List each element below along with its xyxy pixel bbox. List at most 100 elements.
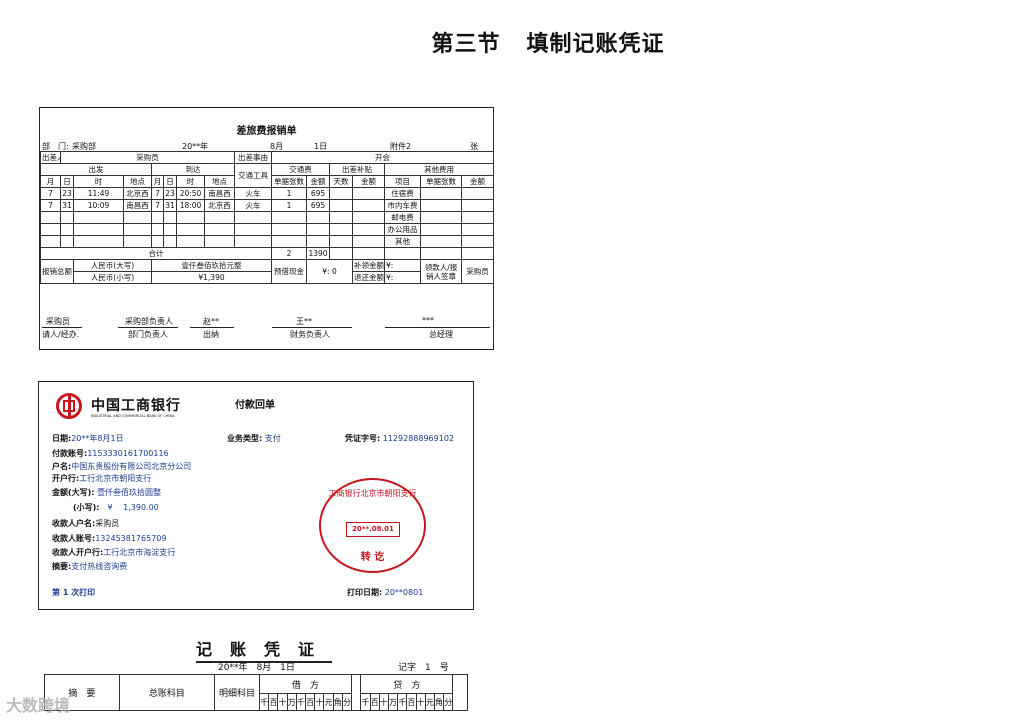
table-row: 办公用品 xyxy=(40,223,495,236)
table-cell xyxy=(151,235,164,248)
table-cell xyxy=(60,235,74,248)
payee-name-value: 采购员 xyxy=(95,519,120,528)
digit-header: 万 xyxy=(387,693,399,711)
table-cell xyxy=(123,223,152,236)
digit-header: 十 xyxy=(378,693,389,711)
supp-label: 补领金额 xyxy=(352,259,386,272)
payee-name-label: 收款人户名: xyxy=(52,519,96,528)
amount-upper-value: 壹仟叁佰玖拾圆整 xyxy=(97,488,162,497)
col-header: 月 xyxy=(151,175,164,188)
table-row: 邮电费 xyxy=(40,211,495,224)
table-cell: 31 xyxy=(163,199,177,212)
table-cell: 北京西 xyxy=(203,199,236,212)
bank-stamp: 工商银行北京市朝阳支行 20**.08.01 转 讫 xyxy=(319,478,426,573)
print-count: 第 1 次打印 xyxy=(52,588,96,597)
amount-lower-label: (小写): xyxy=(73,503,100,512)
date-label: 日期: xyxy=(52,434,72,443)
bank-name: 中国工商银行 xyxy=(91,398,181,414)
table-cell xyxy=(352,199,386,212)
digit-header: 元 xyxy=(424,693,435,711)
table-cell: 695 xyxy=(306,199,331,212)
table-cell: 23 xyxy=(60,187,74,200)
col-header: 地点 xyxy=(123,175,152,188)
bank-name-en: INDUSTRIAL AND COMMERCIAL BANK OF CHINA xyxy=(91,414,175,418)
table-cell xyxy=(60,211,74,224)
table-cell xyxy=(352,211,386,224)
cash-advance-label: 预借现金 xyxy=(271,259,308,284)
digit-header: 千 xyxy=(295,693,307,711)
table-cell: 北京西 xyxy=(123,187,152,200)
table-cell xyxy=(151,211,164,224)
type-label: 业务类型: xyxy=(227,434,263,443)
icbc-logo-icon xyxy=(56,393,82,419)
total-label: 合计 xyxy=(39,247,273,260)
table-cell xyxy=(123,235,152,248)
col-header: 日 xyxy=(60,175,74,188)
rmb-lower-label: 人民币(小写) xyxy=(73,271,152,284)
table-cell xyxy=(420,223,463,236)
table-cell: 695 xyxy=(306,187,331,200)
table-cell xyxy=(420,187,463,200)
voucher-title: 记账凭证 xyxy=(196,636,333,663)
col-header: 日 xyxy=(163,175,177,188)
col-header: 地点 xyxy=(203,175,236,188)
gm-value: *** xyxy=(422,316,434,325)
reason-value: 开会 xyxy=(271,151,495,164)
depart-header: 出发 xyxy=(40,163,152,176)
table-cell xyxy=(176,235,205,248)
digit-header: 百 xyxy=(305,693,316,711)
table-cell xyxy=(234,235,273,248)
voucher-number: 记字 1 号 xyxy=(398,663,449,673)
stamp-date: 20**.08.01 xyxy=(346,522,400,537)
allowance-header: 出差补贴 xyxy=(329,163,386,176)
traveler-label: 出差人 xyxy=(40,151,61,164)
refund-value: ¥: xyxy=(384,271,422,284)
receiver-label: 领款人/报销人签章 xyxy=(420,259,463,284)
section-title: 填制记账凭证 xyxy=(526,31,665,57)
form-title: 差旅费报销单 xyxy=(236,126,297,137)
payer-name-label: 户名: xyxy=(52,462,72,471)
table-cell xyxy=(73,211,124,224)
table-cell xyxy=(461,211,495,224)
digit-header: 万 xyxy=(286,693,297,711)
print-date-label: 打印日期: xyxy=(347,588,383,597)
table-cell: 11:49 xyxy=(73,187,124,200)
arrive-header: 到达 xyxy=(150,163,236,176)
stamp-transferred: 转 讫 xyxy=(360,552,385,563)
table-cell xyxy=(151,223,164,236)
table-cell xyxy=(203,223,236,236)
table-cell: 南昌西 xyxy=(203,187,236,200)
travel-rows: 7 23 11:49 北京西 7 23 20:50 南昌西 火车 1 695 住宿费 7 31 10:09 南… xyxy=(40,187,495,248)
table-cell xyxy=(163,223,177,236)
receipt-title: 付款回单 xyxy=(235,400,275,411)
col-header: 金额 xyxy=(461,175,495,188)
table-cell xyxy=(73,223,124,236)
digit-header: 千 xyxy=(259,693,270,711)
col-header: 时 xyxy=(73,175,124,188)
table-cell: 20:50 xyxy=(176,187,205,200)
payee-bank-label: 收款人开户行: xyxy=(52,548,104,557)
type-value: 支付 xyxy=(264,434,281,443)
detail-header: 明细科目 xyxy=(213,674,261,711)
col-header: 时 xyxy=(176,175,205,188)
table-cell xyxy=(203,235,236,248)
table-cell xyxy=(420,235,463,248)
dept-head-value: 采购部负责人 xyxy=(125,317,173,326)
table-cell xyxy=(271,223,308,236)
reimb-total-label: 报销总额 xyxy=(40,259,74,284)
table-cell: 7 xyxy=(40,187,61,200)
table-cell: 邮电费 xyxy=(384,211,422,224)
debit-header: 借 方 xyxy=(259,674,353,694)
digit-header: 十 xyxy=(314,693,325,711)
payee-account-value: 13245381765709 xyxy=(95,534,167,543)
table-cell: 其他 xyxy=(384,235,422,248)
table-cell xyxy=(329,235,354,248)
voucher-date: 20**年 8月 1日 xyxy=(218,663,295,673)
table-cell xyxy=(163,211,177,224)
table-cell xyxy=(203,211,236,224)
col-header: 月 xyxy=(40,175,61,188)
memo-value: 支付热线咨询费 xyxy=(71,562,128,571)
finance-value: 王** xyxy=(296,317,312,326)
table-cell xyxy=(163,235,177,248)
total-amount: 1390 xyxy=(306,247,331,260)
